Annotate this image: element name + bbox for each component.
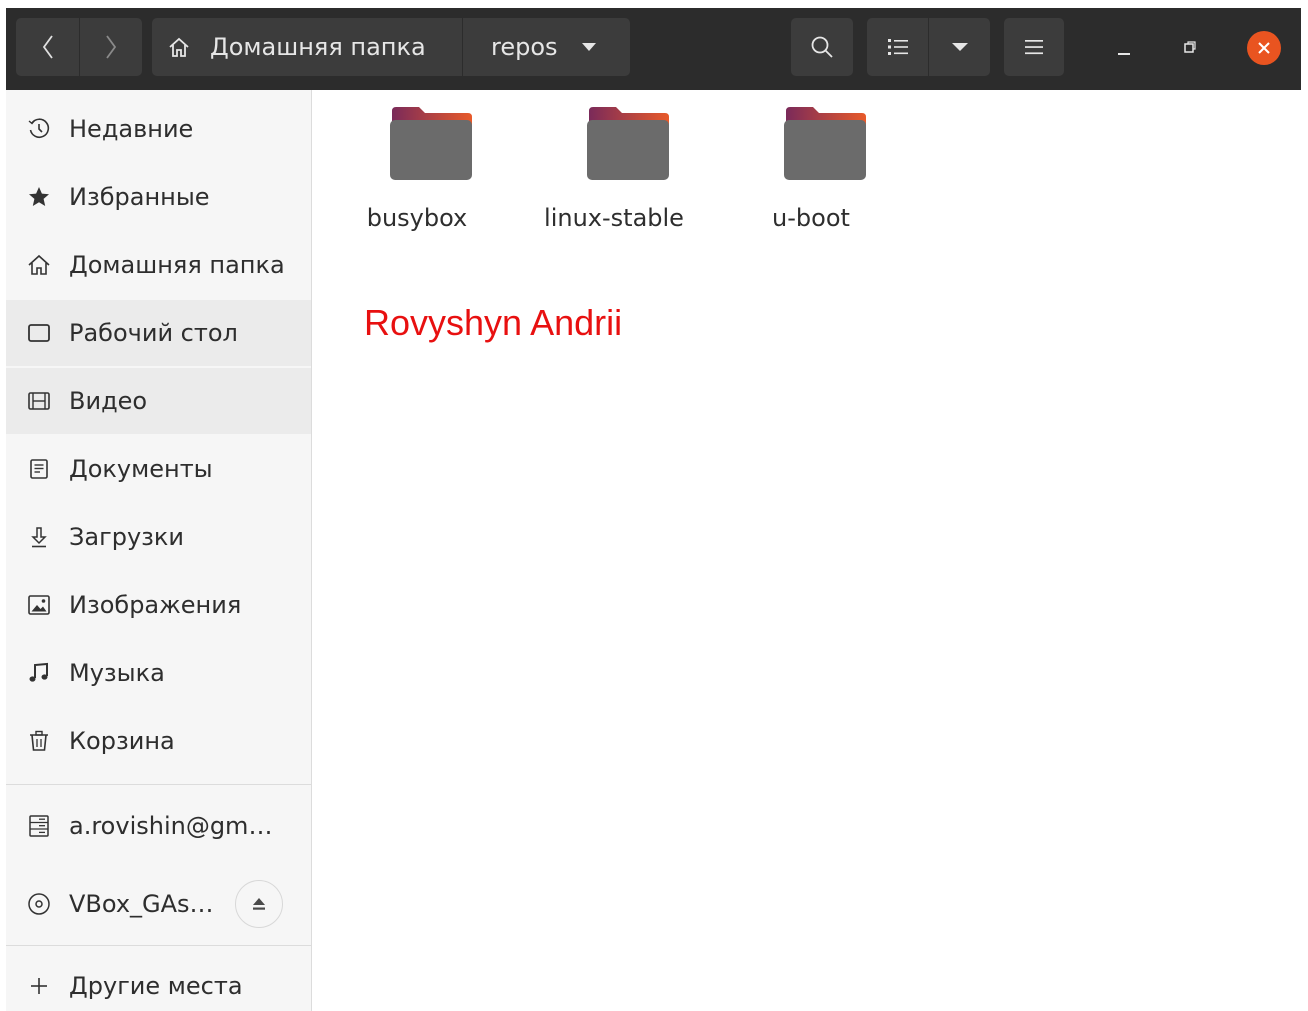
path-item-label: repos — [491, 33, 558, 61]
download-icon — [26, 524, 52, 550]
path-item-home[interactable]: Домашняя папка — [152, 18, 462, 76]
document-icon — [26, 456, 52, 482]
path-bar: Домашняя папка repos — [152, 18, 630, 76]
sidebar-item-downloads[interactable]: Загрузки — [6, 504, 311, 570]
music-icon — [26, 660, 52, 686]
sidebar-item-label: VBox_GAs… — [69, 890, 214, 918]
eject-icon — [253, 898, 265, 910]
sidebar-item-label: a.rovishin@gm… — [69, 812, 273, 840]
folder-name: u-boot — [772, 204, 850, 232]
sidebar-item-recent[interactable]: Недавние — [6, 96, 311, 162]
view-options-button[interactable] — [928, 18, 990, 76]
header-bar: Домашняя папка repos — [6, 8, 1301, 90]
folder-icon — [784, 107, 866, 180]
forward-button[interactable] — [79, 18, 142, 76]
chevron-right-icon — [106, 35, 117, 59]
view-toggle — [867, 18, 990, 76]
home-icon — [169, 37, 189, 57]
sidebar-item-label: Загрузки — [69, 523, 184, 551]
maximize-button[interactable] — [1170, 18, 1210, 76]
sidebar-item-label: Недавние — [69, 115, 194, 143]
image-icon — [26, 592, 52, 618]
film-icon — [26, 388, 52, 414]
folder-item-u-boot[interactable]: u-boot — [731, 106, 891, 232]
caret-down-icon — [951, 43, 968, 51]
sidebar-item-other-places[interactable]: Другие места — [6, 953, 311, 1011]
menu-button[interactable] — [1004, 18, 1064, 76]
star-icon — [26, 184, 52, 210]
hamburger-menu-icon — [1025, 40, 1043, 55]
close-button[interactable] — [1247, 31, 1281, 65]
trash-icon — [26, 728, 52, 754]
eject-button[interactable] — [235, 880, 283, 928]
folder-name: linux-stable — [544, 204, 684, 232]
search-button[interactable] — [791, 18, 853, 76]
folder-name: busybox — [366, 204, 468, 232]
desktop-icon — [26, 320, 52, 346]
history-nav — [16, 18, 142, 76]
sidebar-item-label: Видео — [69, 387, 148, 415]
list-view-button[interactable] — [867, 18, 928, 76]
sidebar-item-label: Домашняя папка — [69, 251, 285, 279]
plus-icon — [26, 973, 52, 999]
sidebar-item-label: Музыка — [69, 659, 165, 687]
restore-icon — [1184, 41, 1196, 53]
search-icon — [811, 36, 833, 58]
folder-item-busybox[interactable]: busybox — [337, 106, 497, 232]
sidebar-item-videos[interactable]: Видео — [6, 368, 311, 434]
back-button[interactable] — [16, 18, 79, 76]
sidebar-item-label: Избранные — [69, 183, 210, 211]
folder-item-linux-stable[interactable]: linux-stable — [534, 106, 694, 232]
minimize-icon — [1118, 53, 1130, 55]
sidebar-item-desktop[interactable]: Рабочий стол — [6, 300, 311, 366]
sidebar-item-label: Документы — [69, 455, 213, 483]
sidebar-item-label: Другие места — [69, 972, 243, 1000]
clock-icon — [26, 116, 52, 142]
home-icon — [26, 252, 52, 278]
sidebar-item-starred[interactable]: Избранные — [6, 164, 311, 230]
file-manager-window: Домашняя папка repos Недавние Избранные … — [6, 8, 1301, 1011]
chevron-left-icon — [42, 35, 53, 59]
sidebar-item-label: Рабочий стол — [69, 319, 238, 347]
disc-icon — [26, 891, 52, 917]
sidebar-item-network-drive[interactable]: a.rovishin@gm… — [6, 793, 311, 859]
sidebar-separator — [6, 945, 311, 946]
minimize-button[interactable] — [1104, 18, 1144, 76]
sidebar-item-pictures[interactable]: Изображения — [6, 572, 311, 638]
folder-icon — [390, 107, 472, 180]
sidebar: Недавние Избранные Домашняя папка Рабочи… — [6, 90, 312, 1011]
sidebar-item-home[interactable]: Домашняя папка — [6, 232, 311, 298]
network-drive-icon — [26, 813, 52, 839]
author-annotation: Rovyshyn Andrii — [364, 302, 623, 343]
sidebar-item-music[interactable]: Музыка — [6, 640, 311, 706]
sidebar-separator — [6, 784, 311, 785]
close-icon — [1258, 42, 1270, 54]
path-item-label: Домашняя папка — [210, 33, 426, 61]
file-view: busybox linux-stable u-boot — [312, 90, 1301, 1011]
sidebar-item-documents[interactable]: Документы — [6, 436, 311, 502]
folder-icon — [587, 107, 669, 180]
caret-down-icon — [581, 43, 596, 51]
sidebar-item-label: Изображения — [69, 591, 242, 619]
list-view-icon — [887, 39, 908, 55]
sidebar-item-label: Корзина — [69, 727, 175, 755]
path-item-current[interactable]: repos — [462, 18, 630, 76]
sidebar-item-trash[interactable]: Корзина — [6, 708, 311, 774]
